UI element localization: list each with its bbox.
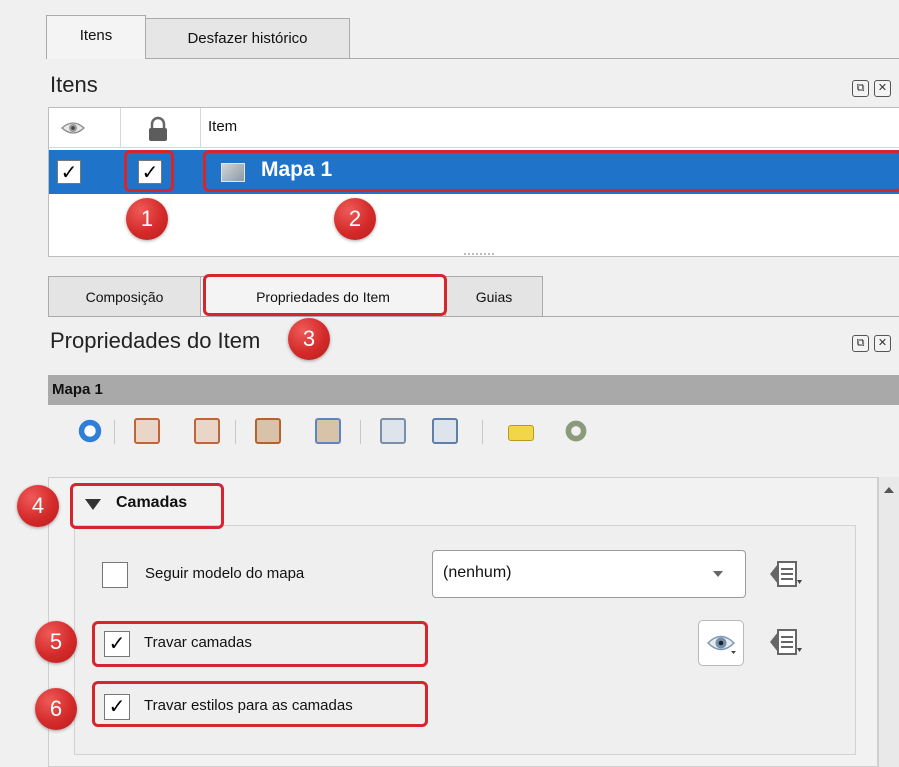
- tab-itens[interactable]: Itens: [46, 15, 146, 59]
- close-panel-icon[interactable]: ✕: [874, 80, 891, 97]
- column-visibility[interactable]: [49, 108, 121, 148]
- items-panel-title: Itens: [50, 72, 98, 97]
- column-lock[interactable]: [121, 108, 201, 148]
- highlight-layers-title: [70, 483, 224, 529]
- tab-guias[interactable]: Guias: [445, 276, 543, 316]
- view-scale-icon[interactable]: [315, 418, 341, 444]
- annotation-badge-5: 5: [35, 621, 77, 663]
- eye-icon: [61, 122, 85, 134]
- set-extent-icon[interactable]: [134, 418, 160, 444]
- float-panel-icon[interactable]: ⧉: [852, 80, 869, 97]
- tab-composicao[interactable]: Composição: [48, 276, 201, 316]
- highlight-map-item: [203, 150, 899, 192]
- column-item[interactable]: Item: [201, 108, 899, 148]
- properties-panel-title: Propriedades do Item: [50, 328, 261, 353]
- label-settings-icon[interactable]: [508, 425, 534, 441]
- scroll-up-arrow-icon[interactable]: [884, 487, 894, 493]
- tab-desfazer-historico[interactable]: Desfazer histórico: [145, 18, 350, 58]
- annotation-badge-4: 4: [17, 485, 59, 527]
- float-panel-icon[interactable]: ⧉: [852, 335, 869, 352]
- zoom-content-icon[interactable]: [432, 418, 458, 444]
- annotation-badge-6: 6: [35, 688, 77, 730]
- toolbar-separator: [235, 420, 236, 444]
- theme-combo-value: (nenhum): [443, 564, 512, 581]
- highlight-lock-layers: [92, 621, 428, 667]
- chevron-down-icon: [713, 571, 723, 577]
- move-content-icon[interactable]: [380, 418, 406, 444]
- preset-visibility-button[interactable]: [698, 620, 744, 666]
- item-section-header: Mapa 1: [48, 375, 899, 405]
- follow-theme-checkbox[interactable]: [102, 562, 128, 588]
- layer-list-icon[interactable]: [766, 557, 806, 591]
- annotation-badge-1: 1: [126, 198, 168, 240]
- follow-theme-label: Seguir modelo do mapa: [145, 565, 305, 582]
- annotation-badge-3: 3: [288, 318, 330, 360]
- view-extent-icon[interactable]: [194, 418, 220, 444]
- highlight-lock-styles: [92, 681, 428, 727]
- vertical-scrollbar[interactable]: [878, 477, 899, 767]
- toolbar-separator: [114, 420, 115, 444]
- visibility-checkbox[interactable]: ✓: [57, 160, 81, 184]
- refresh-preview-icon[interactable]: [77, 418, 103, 444]
- toolbar-separator: [360, 420, 361, 444]
- lock-icon: [149, 116, 167, 141]
- annotation-badge-2: 2: [334, 198, 376, 240]
- highlight-lock-checkbox: [124, 150, 174, 192]
- layer-list-icon[interactable]: [766, 625, 806, 659]
- splitter-handle[interactable]: [464, 253, 494, 257]
- theme-combo[interactable]: (nenhum): [432, 550, 746, 598]
- eye-icon: [706, 635, 736, 654]
- toolbar-separator: [482, 420, 483, 444]
- tab-bar-line: [48, 316, 899, 317]
- highlight-properties-tab: [203, 274, 447, 316]
- close-panel-icon[interactable]: ✕: [874, 335, 891, 352]
- column-item-label: Item: [208, 118, 238, 135]
- set-scale-icon[interactable]: [255, 418, 281, 444]
- gear-icon[interactable]: [563, 418, 589, 444]
- tab-bar-line: [46, 58, 899, 59]
